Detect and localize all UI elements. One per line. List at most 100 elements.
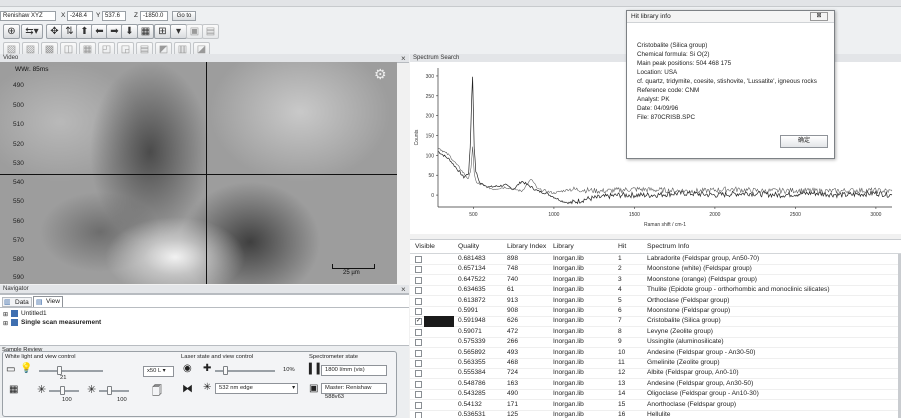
- navigator-panel: Data ▥ View ▤ ⊞ Untitled1 ⊞ Single scan …: [0, 294, 409, 345]
- table-row[interactable]: 0.59071 472 Inorgan.lib 8 Levyne (Zeolite gr…: [410, 327, 901, 338]
- snapshot-icon[interactable]: 🗍: [152, 384, 162, 401]
- visible-checkbox[interactable]: [415, 401, 422, 409]
- visible-checkbox[interactable]: [415, 256, 422, 263]
- table-row[interactable]: ✓ 0.591948 626 Inorgan.lib 7 Cristobalite (Si…: [410, 316, 901, 328]
- dialog-close-icon[interactable]: ⊠: [810, 12, 828, 21]
- expand-untitled-icon[interactable]: ⊞: [3, 311, 8, 318]
- col-spectrum-info[interactable]: Spectrum Info: [647, 243, 689, 250]
- tab-divider: [0, 307, 409, 308]
- row-highlight: [424, 296, 454, 307]
- arrow-down-icon[interactable]: ⬇: [121, 24, 138, 39]
- close-video-icon[interactable]: ×: [401, 54, 406, 63]
- library-cell: Inorgan.lib: [553, 307, 584, 314]
- laser-shutter-icon[interactable]: ✚: [203, 363, 211, 374]
- col-library[interactable]: Library: [553, 243, 574, 250]
- table-row[interactable]: 0.613872 913 Inorgan.lib 5 Orthoclase (Felds…: [410, 296, 901, 307]
- table-row[interactable]: 0.657134 748 Inorgan.lib 2 Moonstone (white)…: [410, 264, 901, 276]
- laser-power-slider-handle[interactable]: [223, 366, 228, 375]
- results-rows: 0.681483 898 Inorgan.lib 1 Labradorite (Feld…: [410, 254, 901, 418]
- tree-item-single-scan[interactable]: Single scan measurement: [21, 319, 101, 326]
- z-field[interactable]: -1850.0: [140, 11, 168, 21]
- light-slider-track[interactable]: [39, 370, 103, 372]
- visible-checkbox[interactable]: [415, 308, 422, 315]
- laser-select[interactable]: 532 nm edge ▾: [215, 383, 298, 394]
- visible-checkbox[interactable]: [415, 339, 422, 347]
- dropdown-chevron-icon[interactable]: ▾: [170, 24, 187, 39]
- row-highlight: [424, 368, 454, 379]
- spectrum-info-cell: Albite (Feldspar group, An0-10): [647, 369, 739, 377]
- x-field[interactable]: -248.4: [67, 11, 93, 21]
- visible-checkbox[interactable]: [415, 276, 422, 284]
- table-row[interactable]: 0.681483 898 Inorgan.lib 1 Labradorite (Feld…: [410, 254, 901, 265]
- contrast-slider-handle[interactable]: [60, 386, 65, 395]
- laser-power-icon[interactable]: ◉: [183, 363, 192, 374]
- visible-checkbox[interactable]: [415, 266, 422, 274]
- live-video-image[interactable]: WWr. 85ms ⚙ 25 µm: [0, 62, 397, 284]
- light-slider-handle[interactable]: [57, 366, 62, 375]
- beam-defocus-icon[interactable]: ⧓: [182, 382, 193, 395]
- camera-settings-icon[interactable]: ▦: [9, 384, 18, 395]
- table-row[interactable]: 0.555384 724 Inorgan.lib 12 Albite (Feldspar…: [410, 368, 901, 380]
- dialog-line: Reference code: CNM: [637, 87, 700, 94]
- library-index-cell: 908: [507, 307, 519, 314]
- visible-checkbox[interactable]: [415, 328, 422, 336]
- y-field[interactable]: 537.6: [102, 11, 126, 21]
- library-index-cell: 125: [507, 411, 519, 418]
- camera-icon[interactable]: ▭: [6, 364, 15, 375]
- library-index-cell: 740: [507, 275, 519, 283]
- video-y-tick: 510: [13, 121, 24, 128]
- visible-checkbox[interactable]: [415, 297, 422, 305]
- objective-select[interactable]: x50 L ▾: [143, 366, 174, 377]
- col-hit[interactable]: Hit: [618, 243, 626, 250]
- table-row[interactable]: 0.634635 61 Inorgan.lib 4 Thulite (Epidote g…: [410, 285, 901, 297]
- dialog-ok-button[interactable]: 确定: [780, 135, 828, 148]
- table-row[interactable]: 0.563355 468 Inorgan.lib 11 Gmelinite (Zeoli…: [410, 358, 901, 369]
- table-row[interactable]: 0.536531 125 Inorgan.lib 16 Hellulite: [410, 410, 901, 418]
- table-row[interactable]: 0.543285 490 Inorgan.lib 14 Oligoclase (Feld…: [410, 389, 901, 401]
- library-cell: Inorgan.lib: [553, 369, 584, 377]
- col-quality[interactable]: Quality: [458, 243, 479, 250]
- stage-mode-icon[interactable]: ⇆▾: [21, 24, 43, 39]
- library-index-cell: 724: [507, 369, 519, 377]
- sample-review-panel: Sample Review White light and view contr…: [0, 345, 409, 418]
- table-row[interactable]: 0.647522 740 Inorgan.lib 3 Moonstone (orange…: [410, 275, 901, 286]
- hit-cell: 16: [618, 411, 626, 418]
- table-row[interactable]: 0.565892 493 Inorgan.lib 10 Andesine (Feldsp…: [410, 348, 901, 359]
- y-tick-label: 250: [426, 94, 435, 100]
- visible-checkbox[interactable]: [415, 412, 422, 418]
- x-axis-title: Raman shift / cm-1: [644, 222, 686, 228]
- grating-field[interactable]: 1800 l/mm (vis): [321, 365, 387, 376]
- master-field[interactable]: Master: Renishaw 588v63: [321, 383, 387, 400]
- table-row[interactable]: 0.5991 908 Inorgan.lib 6 Moonstone (Feldspar…: [410, 306, 901, 317]
- visible-checkbox[interactable]: [415, 380, 422, 388]
- table-row[interactable]: 0.548786 163 Inorgan.lib 13 Andesine (Feldsp…: [410, 379, 901, 390]
- goto-button[interactable]: Go to: [172, 11, 196, 21]
- contrast-min: 100: [62, 397, 72, 403]
- close-navigator-icon[interactable]: ×: [401, 285, 406, 294]
- objective-value: x50 L: [147, 368, 161, 374]
- brightness-slider-handle[interactable]: [107, 386, 112, 395]
- lightbulb-icon[interactable]: 💡: [20, 363, 32, 374]
- visible-checkbox[interactable]: [415, 370, 422, 378]
- visible-checkbox[interactable]: ✓: [415, 318, 422, 326]
- crosshair-horizontal: [0, 174, 397, 175]
- map-area-icon[interactable]: ⊞: [154, 24, 171, 39]
- panel-b-icon[interactable]: ▤: [202, 24, 219, 39]
- video-settings-gear-icon[interactable]: ⚙: [374, 66, 387, 83]
- visible-checkbox[interactable]: [415, 349, 422, 357]
- col-visible[interactable]: Visible: [415, 243, 435, 250]
- tree-item-untitled[interactable]: Untitled1: [21, 310, 47, 317]
- visible-checkbox[interactable]: [415, 360, 422, 367]
- expand-scan-icon[interactable]: ⊞: [3, 320, 8, 327]
- table-row[interactable]: 0.54132 171 Inorgan.lib 15 Anorthoclase (Fel…: [410, 400, 901, 411]
- device-field[interactable]: Renishaw XYZ: [0, 11, 56, 21]
- target-icon[interactable]: ⊕: [3, 24, 20, 39]
- panel-a-icon[interactable]: ▣: [186, 24, 203, 39]
- table-row[interactable]: 0.575339 266 Inorgan.lib 9 Ussingite (alumin…: [410, 337, 901, 349]
- grid-icon[interactable]: ▦: [137, 24, 154, 39]
- spectrum-info-cell: Cristobalite (Silica group): [647, 317, 721, 325]
- col-library-index[interactable]: Library Index: [507, 243, 546, 250]
- brightness-slider-track[interactable]: [99, 390, 129, 392]
- visible-checkbox[interactable]: [415, 391, 422, 399]
- visible-checkbox[interactable]: [415, 287, 422, 295]
